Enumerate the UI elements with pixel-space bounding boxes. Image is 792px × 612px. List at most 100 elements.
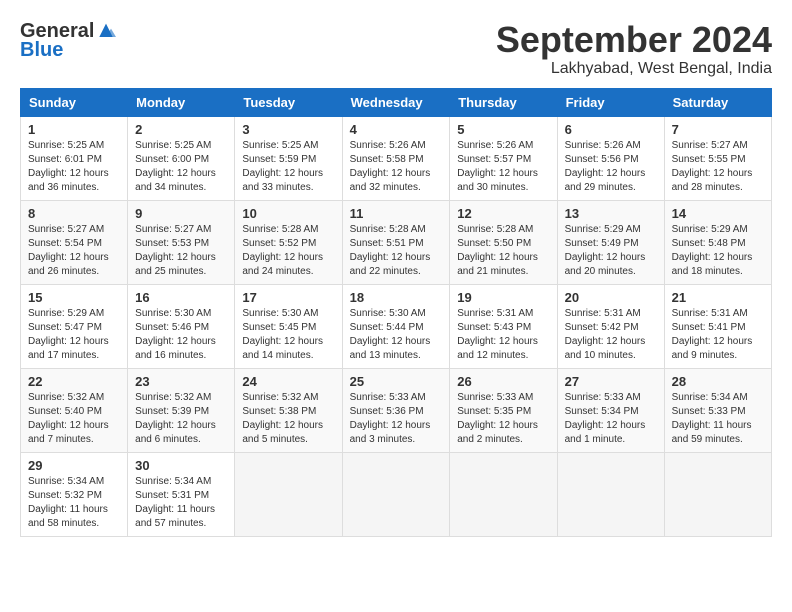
calendar-cell: 2 Sunrise: 5:25 AMSunset: 6:00 PMDaylight… — [128, 116, 235, 200]
day-info: Sunrise: 5:33 AMSunset: 5:35 PMDaylight:… — [457, 392, 538, 445]
calendar-cell: 24 Sunrise: 5:32 AMSunset: 5:38 PMDayligh… — [235, 368, 342, 452]
day-info: Sunrise: 5:26 AMSunset: 5:56 PMDaylight:… — [565, 140, 646, 193]
day-number: 2 — [135, 122, 227, 137]
day-number: 20 — [565, 290, 657, 305]
day-info: Sunrise: 5:27 AMSunset: 5:53 PMDaylight:… — [135, 224, 216, 277]
day-info: Sunrise: 5:28 AMSunset: 5:50 PMDaylight:… — [457, 224, 538, 277]
day-number: 14 — [672, 206, 764, 221]
day-number: 21 — [672, 290, 764, 305]
day-number: 23 — [135, 374, 227, 389]
calendar-cell: 13 Sunrise: 5:29 AMSunset: 5:49 PMDayligh… — [557, 200, 664, 284]
calendar-cell: 21Sunrise: 5:31 AMSunset: 5:41 PMDayligh… — [664, 284, 771, 368]
day-info: Sunrise: 5:25 AMSunset: 6:01 PMDaylight:… — [28, 140, 109, 193]
column-header-saturday: Saturday — [664, 88, 771, 116]
day-info: Sunrise: 5:29 AMSunset: 5:49 PMDaylight:… — [565, 224, 646, 277]
day-info: Sunrise: 5:25 AMSunset: 6:00 PMDaylight:… — [135, 140, 216, 193]
calendar-table: SundayMondayTuesdayWednesdayThursdayFrid… — [20, 88, 772, 537]
calendar-cell: 1Sunrise: 5:25 AMSunset: 6:01 PMDaylight… — [21, 116, 128, 200]
day-number: 13 — [565, 206, 657, 221]
day-number: 24 — [242, 374, 334, 389]
day-info: Sunrise: 5:31 AMSunset: 5:43 PMDaylight:… — [457, 308, 538, 361]
calendar-cell: 20 Sunrise: 5:31 AMSunset: 5:42 PMDayligh… — [557, 284, 664, 368]
calendar-cell: 30Sunrise: 5:34 AMSunset: 5:31 PMDayligh… — [128, 452, 235, 536]
day-info: Sunrise: 5:33 AMSunset: 5:36 PMDaylight:… — [350, 392, 431, 445]
day-info: Sunrise: 5:29 AMSunset: 5:48 PMDaylight:… — [672, 224, 753, 277]
calendar-cell: 22Sunrise: 5:32 AMSunset: 5:40 PMDayligh… — [21, 368, 128, 452]
title-area: September 2024 Lakhyabad, West Bengal, I… — [496, 20, 772, 78]
calendar-cell: 12 Sunrise: 5:28 AMSunset: 5:50 PMDayligh… — [450, 200, 557, 284]
day-number: 27 — [565, 374, 657, 389]
day-number: 8 — [28, 206, 120, 221]
day-number: 12 — [457, 206, 549, 221]
day-info: Sunrise: 5:32 AMSunset: 5:38 PMDaylight:… — [242, 392, 323, 445]
logo: General Blue — [20, 20, 116, 62]
calendar-cell: 23 Sunrise: 5:32 AMSunset: 5:39 PMDayligh… — [128, 368, 235, 452]
day-info: Sunrise: 5:34 AMSunset: 5:32 PMDaylight:… — [28, 476, 108, 529]
day-info: Sunrise: 5:28 AMSunset: 5:52 PMDaylight:… — [242, 224, 323, 277]
day-number: 6 — [565, 122, 657, 137]
day-number: 28 — [672, 374, 764, 389]
day-info: Sunrise: 5:31 AMSunset: 5:42 PMDaylight:… — [565, 308, 646, 361]
calendar-cell: 11 Sunrise: 5:28 AMSunset: 5:51 PMDayligh… — [342, 200, 450, 284]
day-number: 7 — [672, 122, 764, 137]
column-header-tuesday: Tuesday — [235, 88, 342, 116]
calendar-cell: 14 Sunrise: 5:29 AMSunset: 5:48 PMDayligh… — [664, 200, 771, 284]
day-number: 26 — [457, 374, 549, 389]
calendar-week-row: 1Sunrise: 5:25 AMSunset: 6:01 PMDaylight… — [21, 116, 772, 200]
calendar-cell: 9 Sunrise: 5:27 AMSunset: 5:53 PMDaylight… — [128, 200, 235, 284]
calendar-cell: 3Sunrise: 5:25 AMSunset: 5:59 PMDaylight… — [235, 116, 342, 200]
day-info: Sunrise: 5:27 AMSunset: 5:54 PMDaylight:… — [28, 224, 109, 277]
calendar-cell: 15 Sunrise: 5:29 AMSunset: 5:47 PMDayligh… — [21, 284, 128, 368]
calendar-cell: 18 Sunrise: 5:30 AMSunset: 5:44 PMDayligh… — [342, 284, 450, 368]
calendar-cell: 16 Sunrise: 5:30 AMSunset: 5:46 PMDayligh… — [128, 284, 235, 368]
day-number: 10 — [242, 206, 334, 221]
calendar-cell — [450, 452, 557, 536]
day-number: 9 — [135, 206, 227, 221]
calendar-cell: 10 Sunrise: 5:28 AMSunset: 5:52 PMDayligh… — [235, 200, 342, 284]
calendar-cell — [235, 452, 342, 536]
column-header-friday: Friday — [557, 88, 664, 116]
day-info: Sunrise: 5:30 AMSunset: 5:44 PMDaylight:… — [350, 308, 431, 361]
day-number: 18 — [350, 290, 443, 305]
column-header-thursday: Thursday — [450, 88, 557, 116]
month-title: September 2024 — [496, 20, 772, 60]
logo-blue: Blue — [20, 39, 63, 62]
location: Lakhyabad, West Bengal, India — [496, 60, 772, 78]
calendar-cell: 17 Sunrise: 5:30 AMSunset: 5:45 PMDayligh… — [235, 284, 342, 368]
calendar-week-row: 22Sunrise: 5:32 AMSunset: 5:40 PMDayligh… — [21, 368, 772, 452]
calendar-week-row: 29 Sunrise: 5:34 AMSunset: 5:32 PMDayligh… — [21, 452, 772, 536]
day-info: Sunrise: 5:26 AMSunset: 5:57 PMDaylight:… — [457, 140, 538, 193]
calendar-cell — [342, 452, 450, 536]
day-number: 15 — [28, 290, 120, 305]
calendar-cell: 4 Sunrise: 5:26 AMSunset: 5:58 PMDaylight… — [342, 116, 450, 200]
calendar-cell: 27 Sunrise: 5:33 AMSunset: 5:34 PMDayligh… — [557, 368, 664, 452]
calendar-cell: 5 Sunrise: 5:26 AMSunset: 5:57 PMDaylight… — [450, 116, 557, 200]
calendar-cell: 6 Sunrise: 5:26 AMSunset: 5:56 PMDaylight… — [557, 116, 664, 200]
day-info: Sunrise: 5:30 AMSunset: 5:46 PMDaylight:… — [135, 308, 216, 361]
day-number: 29 — [28, 458, 120, 473]
calendar-cell: 26 Sunrise: 5:33 AMSunset: 5:35 PMDayligh… — [450, 368, 557, 452]
day-info: Sunrise: 5:33 AMSunset: 5:34 PMDaylight:… — [565, 392, 646, 445]
calendar-cell: 8 Sunrise: 5:27 AMSunset: 5:54 PMDaylight… — [21, 200, 128, 284]
day-number: 16 — [135, 290, 227, 305]
calendar-cell: 7Sunrise: 5:27 AMSunset: 5:55 PMDaylight… — [664, 116, 771, 200]
calendar-cell — [664, 452, 771, 536]
day-number: 17 — [242, 290, 334, 305]
day-number: 30 — [135, 458, 227, 473]
page-header: General Blue September 2024 Lakhyabad, W… — [20, 20, 772, 78]
day-info: Sunrise: 5:30 AMSunset: 5:45 PMDaylight:… — [242, 308, 323, 361]
day-number: 5 — [457, 122, 549, 137]
day-info: Sunrise: 5:32 AMSunset: 5:39 PMDaylight:… — [135, 392, 216, 445]
day-number: 4 — [350, 122, 443, 137]
day-info: Sunrise: 5:28 AMSunset: 5:51 PMDaylight:… — [350, 224, 431, 277]
calendar-week-row: 15 Sunrise: 5:29 AMSunset: 5:47 PMDayligh… — [21, 284, 772, 368]
day-number: 11 — [350, 206, 443, 221]
logo-icon — [96, 22, 116, 42]
day-number: 25 — [350, 374, 443, 389]
calendar-cell: 19Sunrise: 5:31 AMSunset: 5:43 PMDayligh… — [450, 284, 557, 368]
day-info: Sunrise: 5:29 AMSunset: 5:47 PMDaylight:… — [28, 308, 109, 361]
calendar-cell: 28Sunrise: 5:34 AMSunset: 5:33 PMDayligh… — [664, 368, 771, 452]
day-info: Sunrise: 5:26 AMSunset: 5:58 PMDaylight:… — [350, 140, 431, 193]
day-number: 22 — [28, 374, 120, 389]
day-info: Sunrise: 5:25 AMSunset: 5:59 PMDaylight:… — [242, 140, 323, 193]
